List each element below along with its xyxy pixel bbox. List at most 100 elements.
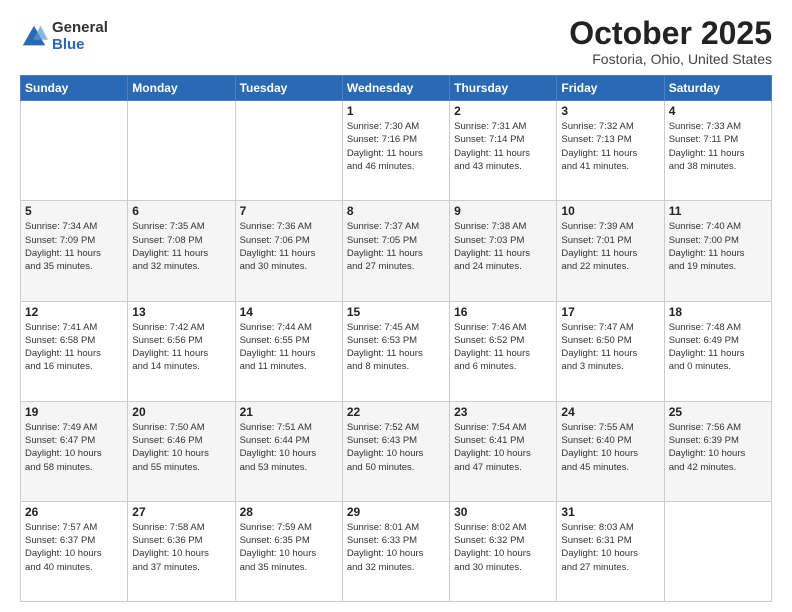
calendar-cell: 9 Sunrise: 7:38 AM Sunset: 7:03 PM Daylig… (450, 201, 557, 301)
day-info: Sunrise: 7:49 AM Sunset: 6:47 PM Dayligh… (25, 421, 123, 474)
calendar-week-row: 1 Sunrise: 7:30 AM Sunset: 7:16 PM Daylig… (21, 101, 772, 201)
calendar-cell (21, 101, 128, 201)
day-info: Sunrise: 7:36 AM Sunset: 7:06 PM Dayligh… (240, 220, 338, 273)
day-number: 15 (347, 305, 445, 319)
calendar-cell: 5 Sunrise: 7:34 AM Sunset: 7:09 PM Daylig… (21, 201, 128, 301)
day-number: 3 (561, 104, 659, 118)
calendar-cell (235, 101, 342, 201)
day-info: Sunrise: 7:42 AM Sunset: 6:56 PM Dayligh… (132, 321, 230, 374)
day-info: Sunrise: 7:45 AM Sunset: 6:53 PM Dayligh… (347, 321, 445, 374)
day-number: 16 (454, 305, 552, 319)
day-number: 26 (25, 505, 123, 519)
calendar-cell: 7 Sunrise: 7:36 AM Sunset: 7:06 PM Daylig… (235, 201, 342, 301)
day-number: 9 (454, 204, 552, 218)
col-friday: Friday (557, 76, 664, 101)
day-number: 17 (561, 305, 659, 319)
calendar-cell: 10 Sunrise: 7:39 AM Sunset: 7:01 PM Dayli… (557, 201, 664, 301)
day-info: Sunrise: 7:44 AM Sunset: 6:55 PM Dayligh… (240, 321, 338, 374)
day-info: Sunrise: 8:03 AM Sunset: 6:31 PM Dayligh… (561, 521, 659, 574)
page: General Blue October 2025 Fostoria, Ohio… (0, 0, 792, 612)
day-info: Sunrise: 7:59 AM Sunset: 6:35 PM Dayligh… (240, 521, 338, 574)
calendar-cell: 20 Sunrise: 7:50 AM Sunset: 6:46 PM Dayli… (128, 401, 235, 501)
calendar-cell: 17 Sunrise: 7:47 AM Sunset: 6:50 PM Dayli… (557, 301, 664, 401)
calendar-cell: 6Sunrise: 7:35 AM Sunset: 7:08 PM Daylig… (128, 201, 235, 301)
day-info: Sunrise: 7:37 AM Sunset: 7:05 PM Dayligh… (347, 220, 445, 273)
day-info: Sunrise: 7:56 AM Sunset: 6:39 PM Dayligh… (669, 421, 767, 474)
day-info: Sunrise: 7:41 AM Sunset: 6:58 PM Dayligh… (25, 321, 123, 374)
day-number: 7 (240, 204, 338, 218)
day-number: 30 (454, 505, 552, 519)
day-number: 20 (132, 405, 230, 419)
col-monday: Monday (128, 76, 235, 101)
day-info: Sunrise: 7:57 AM Sunset: 6:37 PM Dayligh… (25, 521, 123, 574)
day-info: Sunrise: 7:35 AM Sunset: 7:08 PM Dayligh… (132, 220, 230, 273)
calendar-header-row: Sunday Monday Tuesday Wednesday Thursday… (21, 76, 772, 101)
logo-icon (20, 23, 48, 51)
calendar-cell: 18 Sunrise: 7:48 AM Sunset: 6:49 PM Dayli… (664, 301, 771, 401)
calendar-cell: 28 Sunrise: 7:59 AM Sunset: 6:35 PM Dayli… (235, 501, 342, 601)
day-info: Sunrise: 7:46 AM Sunset: 6:52 PM Dayligh… (454, 321, 552, 374)
calendar-cell (664, 501, 771, 601)
day-number: 19 (25, 405, 123, 419)
day-info: Sunrise: 7:38 AM Sunset: 7:03 PM Dayligh… (454, 220, 552, 273)
day-number: 1 (347, 104, 445, 118)
day-number: 27 (132, 505, 230, 519)
calendar-cell: 11 Sunrise: 7:40 AM Sunset: 7:00 PM Dayli… (664, 201, 771, 301)
month-title: October 2025 (569, 16, 772, 51)
calendar-cell (128, 101, 235, 201)
day-number: 4 (669, 104, 767, 118)
calendar-cell: 21 Sunrise: 7:51 AM Sunset: 6:44 PM Dayli… (235, 401, 342, 501)
day-info: Sunrise: 8:02 AM Sunset: 6:32 PM Dayligh… (454, 521, 552, 574)
day-number: 11 (669, 204, 767, 218)
calendar-cell: 25 Sunrise: 7:56 AM Sunset: 6:39 PM Dayli… (664, 401, 771, 501)
day-number: 29 (347, 505, 445, 519)
day-info: Sunrise: 7:40 AM Sunset: 7:00 PM Dayligh… (669, 220, 767, 273)
day-number: 10 (561, 204, 659, 218)
day-number: 21 (240, 405, 338, 419)
day-info: Sunrise: 7:31 AM Sunset: 7:14 PM Dayligh… (454, 120, 552, 173)
header: General Blue October 2025 Fostoria, Ohio… (20, 16, 772, 67)
day-info: Sunrise: 7:34 AM Sunset: 7:09 PM Dayligh… (25, 220, 123, 273)
day-number: 22 (347, 405, 445, 419)
calendar-cell: 13 Sunrise: 7:42 AM Sunset: 6:56 PM Dayli… (128, 301, 235, 401)
day-number: 14 (240, 305, 338, 319)
day-number: 24 (561, 405, 659, 419)
calendar-cell: 31Sunrise: 8:03 AM Sunset: 6:31 PM Dayli… (557, 501, 664, 601)
day-number: 28 (240, 505, 338, 519)
day-number: 2 (454, 104, 552, 118)
calendar-cell: 3 Sunrise: 7:32 AM Sunset: 7:13 PM Daylig… (557, 101, 664, 201)
col-saturday: Saturday (664, 76, 771, 101)
calendar-table: Sunday Monday Tuesday Wednesday Thursday… (20, 75, 772, 602)
calendar-cell: 12 Sunrise: 7:41 AM Sunset: 6:58 PM Dayli… (21, 301, 128, 401)
calendar-cell: 24 Sunrise: 7:55 AM Sunset: 6:40 PM Dayli… (557, 401, 664, 501)
calendar-cell: 1 Sunrise: 7:30 AM Sunset: 7:16 PM Daylig… (342, 101, 449, 201)
calendar-week-row: 12 Sunrise: 7:41 AM Sunset: 6:58 PM Dayli… (21, 301, 772, 401)
day-number: 23 (454, 405, 552, 419)
calendar-cell: 4Sunrise: 7:33 AM Sunset: 7:11 PM Daylig… (664, 101, 771, 201)
day-number: 13 (132, 305, 230, 319)
day-number: 25 (669, 405, 767, 419)
calendar-cell: 22 Sunrise: 7:52 AM Sunset: 6:43 PM Dayli… (342, 401, 449, 501)
day-info: Sunrise: 7:48 AM Sunset: 6:49 PM Dayligh… (669, 321, 767, 374)
day-info: Sunrise: 7:52 AM Sunset: 6:43 PM Dayligh… (347, 421, 445, 474)
calendar-week-row: 19 Sunrise: 7:49 AM Sunset: 6:47 PM Dayli… (21, 401, 772, 501)
location: Fostoria, Ohio, United States (569, 51, 772, 67)
logo-blue-text: Blue (52, 37, 108, 54)
day-number: 12 (25, 305, 123, 319)
day-number: 18 (669, 305, 767, 319)
day-info: Sunrise: 7:30 AM Sunset: 7:16 PM Dayligh… (347, 120, 445, 173)
day-info: Sunrise: 7:47 AM Sunset: 6:50 PM Dayligh… (561, 321, 659, 374)
calendar-cell: 15 Sunrise: 7:45 AM Sunset: 6:53 PM Dayli… (342, 301, 449, 401)
day-info: Sunrise: 7:39 AM Sunset: 7:01 PM Dayligh… (561, 220, 659, 273)
col-wednesday: Wednesday (342, 76, 449, 101)
calendar-cell: 27Sunrise: 7:58 AM Sunset: 6:36 PM Dayli… (128, 501, 235, 601)
day-number: 5 (25, 204, 123, 218)
calendar-cell: 23Sunrise: 7:54 AM Sunset: 6:41 PM Dayli… (450, 401, 557, 501)
day-info: Sunrise: 7:32 AM Sunset: 7:13 PM Dayligh… (561, 120, 659, 173)
col-tuesday: Tuesday (235, 76, 342, 101)
day-info: Sunrise: 7:50 AM Sunset: 6:46 PM Dayligh… (132, 421, 230, 474)
logo: General Blue (20, 20, 108, 53)
day-info: Sunrise: 7:51 AM Sunset: 6:44 PM Dayligh… (240, 421, 338, 474)
day-info: Sunrise: 7:55 AM Sunset: 6:40 PM Dayligh… (561, 421, 659, 474)
col-sunday: Sunday (21, 76, 128, 101)
